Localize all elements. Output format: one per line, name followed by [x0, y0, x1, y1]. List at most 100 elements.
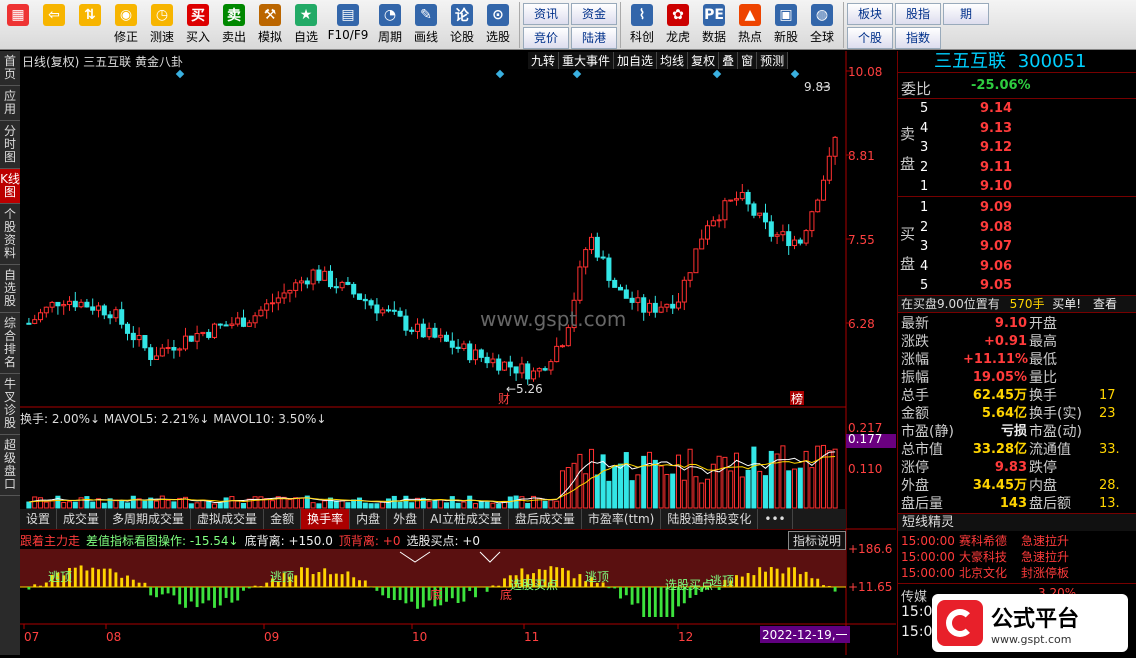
buttons-button-6[interactable]: 卖卖出: [216, 0, 252, 50]
sprite-row[interactable]: 15:00:00 赛科希德 急速拉升: [901, 533, 1136, 549]
sprite-list[interactable]: 15:00:00 赛科希德 急速拉升 15:00:00 大豪科技 急速拉升 15:00:00…: [901, 533, 1136, 581]
sell-row[interactable]: 1 9.10: [920, 177, 1120, 197]
market-link-2[interactable]: 期: [943, 3, 989, 25]
buttons2-button-5[interactable]: ◍ 全球: [804, 0, 840, 50]
buttons-button-11[interactable]: ✎ 画线: [408, 0, 444, 50]
buttons-button-12[interactable]: 论论股: [444, 0, 480, 50]
buy-price: 9.06: [980, 258, 1013, 274]
sidebar-item-6[interactable]: 综合排名: [0, 313, 20, 374]
notice-view-link[interactable]: 查看: [1093, 297, 1117, 311]
sell-row[interactable]: 4 9.13: [920, 119, 1120, 139]
chart-top-tab-1[interactable]: 重大事件: [559, 52, 615, 69]
sprite-row[interactable]: 15:00:00 大豪科技 急速拉升: [901, 549, 1136, 565]
market-link-0[interactable]: 板块: [847, 3, 893, 25]
indicator-tab-1[interactable]: 成交量: [57, 509, 107, 529]
chart-top-tab-2[interactable]: 加自选: [614, 52, 658, 69]
pe-icon: PE: [703, 4, 725, 26]
indicator-tab-11[interactable]: 陆股通持股变化: [661, 509, 759, 529]
sidebar-item-2[interactable]: 分时图: [0, 121, 20, 169]
buttons-button-9[interactable]: ▤ F10/F9: [324, 0, 372, 50]
volume-bar: [472, 503, 479, 509]
indicator-tab-0[interactable]: 设置: [20, 509, 58, 529]
buy-row[interactable]: 5 9.05: [920, 276, 1120, 296]
volume-bar: [670, 473, 676, 509]
buttons-button-10[interactable]: ◔ 周期: [372, 0, 408, 50]
indicator-tab-7[interactable]: 外盘: [387, 509, 425, 529]
quick-link-2[interactable]: 竞价: [523, 27, 569, 49]
buttons2-button-2[interactable]: PE 数据: [696, 0, 732, 50]
chart-top-tab-0[interactable]: 九转: [528, 52, 560, 69]
candle-body: [130, 332, 136, 341]
indicator-tab-5[interactable]: 换手率: [301, 509, 351, 529]
market-link-1[interactable]: 股指: [895, 3, 941, 25]
volume-bar: [786, 470, 792, 509]
indicator-tab-6[interactable]: 内盘: [350, 509, 388, 529]
quick-link-1[interactable]: 资金: [571, 3, 617, 25]
event-marker[interactable]: [790, 69, 800, 79]
kline-chart-svg[interactable]: 10.088.817.556.289.83←5.26财 榜www.gspt.com…: [20, 51, 896, 655]
buttons-button-0[interactable]: ▦: [0, 0, 36, 50]
indicator-tab-4[interactable]: 金额: [264, 509, 302, 529]
buy-row[interactable]: 3 9.07: [920, 237, 1120, 257]
buttons-button-1[interactable]: ⇦: [36, 0, 72, 50]
market-link-3[interactable]: 个股: [847, 27, 893, 49]
event-marker[interactable]: [572, 69, 582, 79]
chart-top-tab-5[interactable]: 叠: [719, 52, 739, 69]
sidebar-item-8[interactable]: 超级盘口: [0, 435, 20, 496]
chart-top-tab-7[interactable]: 预测: [757, 52, 789, 69]
buy-row[interactable]: 2 9.08: [920, 218, 1120, 238]
buttons-button-7[interactable]: ⚒ 模拟: [252, 0, 288, 50]
indicator-tab-8[interactable]: AI立桩成交量: [424, 509, 509, 529]
event-bang-marker[interactable]: 榜: [791, 391, 803, 406]
candle-body: [670, 303, 676, 309]
buttons-button-8[interactable]: ★ 自选: [288, 0, 324, 50]
buttons2-button-1[interactable]: ✿ 龙虎: [660, 0, 696, 50]
buttons-button-5[interactable]: 买买入: [180, 0, 216, 50]
sprite-row[interactable]: 15:00:00 北京文化 封涨停板: [901, 565, 1136, 581]
event-marker[interactable]: [175, 69, 185, 79]
repair-icon: ◉: [115, 4, 137, 26]
event-marker[interactable]: [495, 69, 505, 79]
buy-row[interactable]: 1 9.09: [920, 198, 1120, 218]
buttons-button-2[interactable]: ⇅: [72, 0, 108, 50]
indicator-tab-9[interactable]: 盘后成交量: [509, 509, 582, 529]
market-link-4[interactable]: 指数: [895, 27, 941, 49]
buttons2-button-0[interactable]: ⌇ 科创: [624, 0, 660, 50]
sidebar-item-4[interactable]: 个股资料: [0, 204, 20, 265]
volume-bar: [681, 479, 687, 509]
sell-row[interactable]: 5 9.14: [920, 99, 1120, 119]
sidebar-item-7[interactable]: 牛叉诊股: [0, 374, 20, 435]
sell-row[interactable]: 2 9.11: [920, 158, 1120, 178]
buttons2-button-4[interactable]: ▣ 新股: [768, 0, 804, 50]
buttons-button-13[interactable]: ⊙ 选股: [480, 0, 516, 50]
chart-top-tab-3[interactable]: 均线: [657, 52, 689, 69]
indicator-tab-12[interactable]: •••: [758, 509, 793, 529]
chart-top-tab-6[interactable]: 窗: [738, 52, 758, 69]
buttons-button-3[interactable]: ◉ 修正: [108, 0, 144, 50]
volume-tick: 0.177: [848, 432, 882, 446]
buttons2-button-3[interactable]: ▲ 热点: [732, 0, 768, 50]
indicator-tab-3[interactable]: 虚拟成交量: [191, 509, 265, 529]
sell-row[interactable]: 3 9.12: [920, 138, 1120, 158]
quick-link-0[interactable]: 资讯: [523, 3, 569, 25]
buttons-button-4[interactable]: ◷ 测速: [144, 0, 180, 50]
buy-row[interactable]: 4 9.06: [920, 257, 1120, 277]
event-cai-marker[interactable]: 财: [498, 392, 510, 406]
logo-url: www.gspt.com: [991, 632, 1072, 646]
quick-link-3[interactable]: 陆港: [571, 27, 617, 49]
volume-bar: [194, 502, 200, 509]
event-marker[interactable]: [712, 69, 722, 79]
candle-body: [664, 303, 670, 308]
sidebar-item-1[interactable]: 应用: [0, 86, 20, 121]
indicator-tab-10[interactable]: 市盈率(ttm): [582, 509, 662, 529]
indicator-tab-2[interactable]: 多周期成交量: [106, 509, 192, 529]
stat-value-2: 17: [1099, 388, 1116, 403]
chart-top-tab-4[interactable]: 复权: [688, 52, 720, 69]
sidebar-item-5[interactable]: 自选股: [0, 265, 20, 313]
up-down-icon: ⇅: [79, 4, 101, 26]
candle-body: [467, 343, 473, 361]
sidebar-item-3[interactable]: K线图: [0, 169, 20, 204]
indicator-explain-button[interactable]: 指标说明: [787, 530, 846, 550]
volume-bar: [809, 467, 815, 509]
sidebar-item-0[interactable]: 首页: [0, 51, 20, 86]
